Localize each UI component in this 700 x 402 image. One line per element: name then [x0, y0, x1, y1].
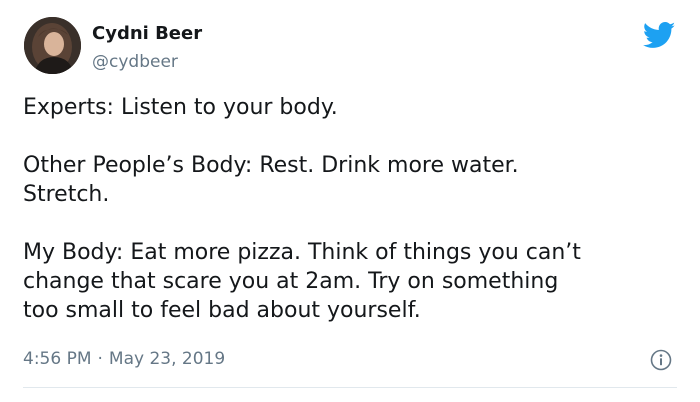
author-handle[interactable]: @cydbeer: [92, 51, 178, 73]
meta-separator: ·: [97, 349, 103, 369]
tweet-time[interactable]: 4:56 PM: [23, 349, 92, 369]
tweet-date[interactable]: May 23, 2019: [109, 349, 225, 369]
avatar-image: [24, 17, 81, 74]
tweet-paragraph: Other People’s Body: Rest. Drink more wa…: [23, 153, 519, 207]
avatar[interactable]: [24, 17, 81, 74]
twitter-bird-icon[interactable]: [643, 22, 676, 49]
tweet-text: Experts: Listen to your body. Other Peop…: [23, 93, 673, 325]
tweet-paragraph: My Body: Eat more pizza. Think of things…: [23, 240, 581, 323]
tweet-paragraph: Experts: Listen to your body.: [23, 95, 338, 120]
info-icon[interactable]: [650, 349, 672, 371]
tweet-card: Cydni Beer @cydbeer Experts: Listen to y…: [0, 0, 700, 402]
divider: [23, 387, 677, 388]
tweet-meta: 4:56 PM · May 23, 2019: [23, 348, 225, 370]
author-name[interactable]: Cydni Beer: [92, 23, 202, 45]
